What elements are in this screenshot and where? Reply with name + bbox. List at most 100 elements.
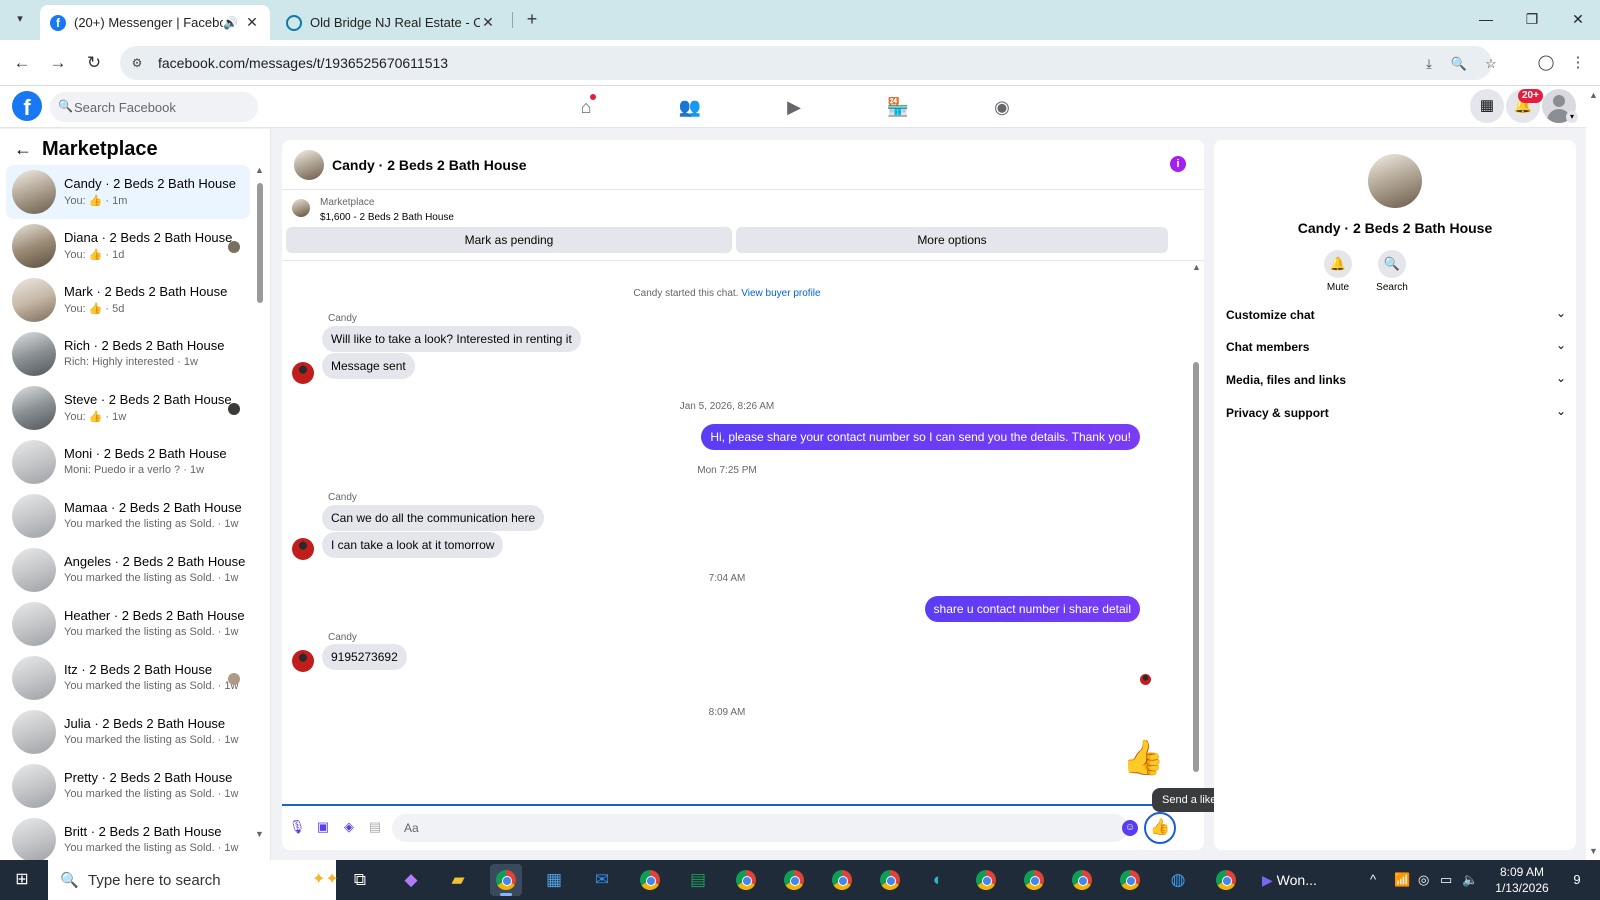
listing-price-title[interactable]: $1,600 - 2 Beds 2 Bath House — [320, 212, 454, 223]
scroll-down-icon[interactable]: ▼ — [255, 829, 264, 839]
back-arrow-icon[interactable]: ← — [14, 139, 32, 160]
back-icon[interactable]: ← — [10, 51, 34, 75]
profile-icon[interactable]: ◯ — [1534, 51, 1558, 75]
sheets-icon[interactable]: ▤ — [682, 864, 714, 896]
volume-icon[interactable]: 🔈 — [1462, 872, 1478, 888]
chat-avatar[interactable] — [294, 150, 324, 180]
chrome-app-icon[interactable] — [634, 864, 666, 896]
conversation-item[interactable]: Diana · 2 Beds 2 Bath House You: 👍 · 1d — [6, 219, 250, 273]
notification-center-icon[interactable]: 9 — [1566, 870, 1588, 890]
conversation-item[interactable]: Candy · 2 Beds 2 Bath House You: 👍 · 1m — [6, 165, 250, 219]
contact-avatar[interactable] — [1368, 154, 1422, 208]
photo-attach-icon[interactable]: ▣ — [314, 818, 332, 836]
chrome-app-icon[interactable] — [826, 864, 858, 896]
emoji-icon[interactable]: ☺ — [1122, 820, 1138, 836]
video-nav-icon[interactable]: ▶ — [770, 92, 818, 122]
forward-icon[interactable]: → — [46, 51, 70, 75]
account-chevron-icon[interactable]: ▾ — [1566, 111, 1578, 123]
network-icon[interactable]: 📶 — [1394, 872, 1410, 888]
view-buyer-profile-link[interactable]: View buyer profile — [741, 288, 820, 299]
scrollbar-thumb[interactable] — [1193, 362, 1199, 772]
file-explorer-icon[interactable]: ▰ — [442, 864, 474, 896]
battery-icon[interactable]: ▭ — [1440, 872, 1452, 888]
tray-chevron-icon[interactable]: ^ — [1370, 872, 1376, 887]
scroll-up-icon[interactable]: ▲ — [1192, 262, 1201, 272]
listing-thumbnail[interactable] — [292, 199, 310, 217]
restore-icon[interactable]: ❐ — [1510, 8, 1554, 32]
tab-search-menu-icon[interactable]: ▾ — [8, 8, 32, 32]
incoming-message[interactable]: 9195273692 — [322, 644, 407, 670]
more-options-button[interactable]: More options — [736, 227, 1168, 253]
scroll-up-icon[interactable]: ▲ — [255, 165, 264, 175]
conversation-item[interactable]: Heather · 2 Beds 2 Bath House You marked… — [6, 597, 250, 651]
close-tab-icon[interactable]: ✕ — [244, 14, 260, 31]
edge-icon[interactable]: ◍ — [1162, 864, 1194, 896]
new-tab-icon[interactable]: + — [520, 8, 544, 32]
windows-start-icon[interactable]: ⊞ — [12, 870, 32, 890]
friends-nav-icon[interactable]: 👥 — [666, 92, 714, 122]
conversation-item[interactable]: Mark · 2 Beds 2 Bath House You: 👍 · 5d — [6, 273, 250, 327]
menu-grid-icon[interactable]: ▦ — [1470, 89, 1504, 123]
conversation-item[interactable]: Rich · 2 Beds 2 Bath House Rich: Highly … — [6, 327, 250, 381]
scrollbar-thumb[interactable] — [257, 183, 263, 303]
task-view-icon[interactable]: ⧉ — [344, 864, 376, 896]
minimize-icon[interactable]: — — [1464, 8, 1508, 32]
outlook-icon[interactable]: ✉ — [586, 864, 618, 896]
tab-messenger[interactable]: f (20+) Messenger | Facebook 🔊 ✕ — [40, 5, 270, 40]
sticker-icon[interactable]: ◈ — [340, 818, 358, 836]
like-thumbs-up-icon[interactable]: 👍 — [1122, 738, 1164, 778]
speaker-icon[interactable]: 🔊 — [223, 16, 238, 30]
site-info-icon[interactable]: ⚙ — [128, 54, 146, 72]
mark-as-pending-button[interactable]: Mark as pending — [286, 227, 732, 253]
store-icon[interactable]: ▦ — [538, 864, 570, 896]
facebook-search[interactable]: 🔍 — [50, 92, 258, 122]
outgoing-message[interactable]: Hi, please share your contact number so … — [701, 424, 1140, 450]
home-nav-icon[interactable]: ⌂ — [562, 92, 610, 122]
conversation-item[interactable]: Angeles · 2 Beds 2 Bath House You marked… — [6, 543, 250, 597]
facebook-logo-icon[interactable]: f — [12, 91, 42, 121]
page-scrollbar[interactable]: ▲ ▼ — [1586, 88, 1600, 860]
chat-title[interactable]: Candy · 2 Beds 2 Bath House — [332, 157, 527, 173]
conversation-item[interactable]: Mamaa · 2 Beds 2 Bath House You marked t… — [6, 489, 250, 543]
chat-members-section[interactable]: Chat members ⌄ — [1226, 332, 1566, 362]
browser-menu-icon[interactable]: ⋮ — [1566, 51, 1590, 75]
info-icon[interactable]: i — [1170, 156, 1186, 172]
search-input[interactable] — [74, 92, 252, 122]
microphone-icon[interactable]: 🎙 — [288, 818, 306, 836]
gif-icon[interactable]: ▤ — [366, 818, 384, 836]
conversation-item[interactable]: Steve · 2 Beds 2 Bath House You: 👍 · 1w — [6, 381, 250, 435]
conversation-item[interactable]: Julia · 2 Beds 2 Bath House You marked t… — [6, 705, 250, 759]
sender-avatar[interactable] — [292, 538, 314, 560]
url-text[interactable]: facebook.com/messages/t/1936525670611513 — [158, 55, 448, 71]
sidebar-scrollbar[interactable]: ▲ ▼ — [255, 165, 265, 845]
incoming-message[interactable]: Message sent — [322, 353, 415, 379]
scroll-down-icon[interactable]: ▼ — [1589, 846, 1598, 856]
privacy-support-section[interactable]: Privacy & support ⌄ — [1226, 398, 1566, 428]
close-window-icon[interactable]: ✕ — [1556, 8, 1600, 32]
install-app-icon[interactable]: ⤓ — [1420, 55, 1438, 73]
mute-button[interactable]: 🔔 Mute — [1308, 250, 1368, 293]
chrome-app-icon[interactable] — [1018, 864, 1050, 896]
address-bar[interactable]: ⚙ facebook.com/messages/t/19365256706115… — [120, 46, 1497, 80]
edge-icon[interactable]: ◐ — [922, 864, 954, 896]
chrome-app-icon[interactable] — [490, 864, 522, 896]
chrome-app-icon[interactable] — [1066, 864, 1098, 896]
sender-avatar[interactable] — [292, 362, 314, 384]
customize-chat-section[interactable]: Customize chat ⌄ — [1226, 300, 1566, 330]
conversation-item[interactable]: Itz · 2 Beds 2 Bath House You marked the… — [6, 651, 250, 705]
sender-avatar[interactable] — [292, 650, 314, 672]
incoming-message[interactable]: Can we do all the communication here — [322, 505, 545, 531]
send-like-button[interactable]: 👍 — [1144, 812, 1176, 844]
close-tab-icon[interactable]: ✕ — [480, 14, 496, 31]
zoom-icon[interactable]: 🔍 — [1450, 55, 1468, 73]
chrome-app-icon[interactable] — [1210, 864, 1242, 896]
search-conversation-button[interactable]: 🔍 Search — [1362, 250, 1422, 293]
chrome-app-icon[interactable] — [970, 864, 1002, 896]
incoming-message[interactable]: I can take a look at it tomorrow — [322, 532, 504, 558]
media-files-links-section[interactable]: Media, files and links ⌄ — [1226, 365, 1566, 395]
message-input[interactable] — [392, 814, 1128, 842]
tab-old-bridge[interactable]: Old Bridge NJ Real Estate - Old ✕ — [276, 5, 506, 40]
scroll-up-icon[interactable]: ▲ — [1589, 90, 1598, 100]
marketplace-nav-icon[interactable]: 🏪 — [874, 92, 922, 122]
taskbar-search[interactable]: 🔍 Type here to search ✦✦ — [48, 860, 339, 900]
